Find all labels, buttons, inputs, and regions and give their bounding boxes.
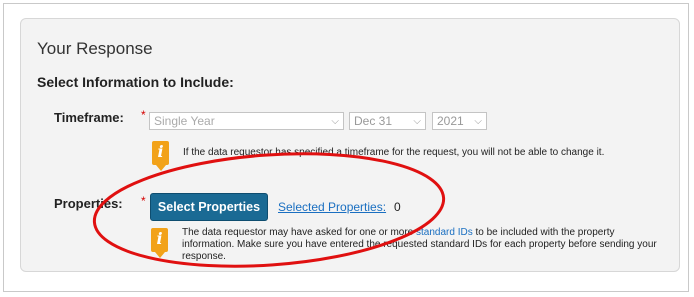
year-select[interactable]: 2021 ⌵ [432,112,487,130]
year-select-value: 2021 [437,114,464,128]
required-asterisk: * [141,194,146,208]
standard-ids-link[interactable]: standard IDs [416,227,473,238]
date-select-value: Dec 31 [354,114,393,128]
panel-title: Your Response [37,39,153,58]
chevron-down-icon: ⌵ [331,116,339,127]
info-icon: i [152,141,169,171]
screenshot-frame: Your Response Select Information to Incl… [3,3,689,292]
info-icon: i [151,228,168,258]
period-select[interactable]: Single Year ⌵ [149,112,344,130]
section-subtitle: Select Information to Include: [37,74,234,90]
date-select[interactable]: Dec 31 ⌵ [349,112,426,130]
properties-note-text: The data requestor may have asked for on… [182,227,417,238]
period-select-value: Single Year [154,114,215,128]
chevron-down-icon: ⌵ [474,116,482,127]
selected-properties-count: 0 [394,200,401,214]
timeframe-note: If the data requestor has specified a ti… [183,147,605,158]
selected-properties-link[interactable]: Selected Properties: [278,200,386,214]
timeframe-label: Timeframe: [54,110,124,125]
required-asterisk: * [141,108,146,122]
properties-note: The data requestor may have asked for on… [182,227,662,263]
chevron-down-icon: ⌵ [413,116,421,127]
properties-label: Properties: [54,196,123,211]
select-properties-button[interactable]: Select Properties [150,193,268,221]
